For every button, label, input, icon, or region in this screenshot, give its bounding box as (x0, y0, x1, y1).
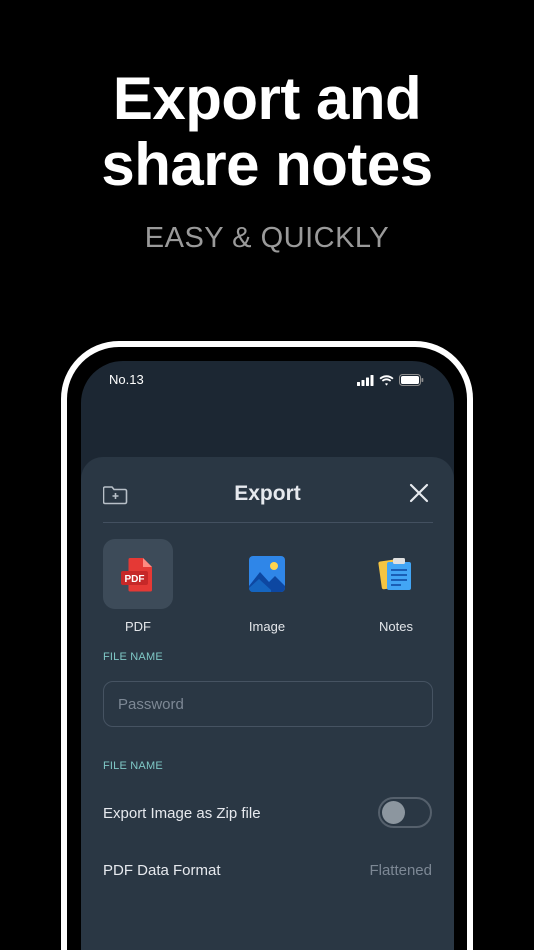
notes-icon (378, 558, 411, 590)
sheet-header: Export (81, 457, 454, 523)
format-label-pdf: PDF (125, 619, 151, 634)
sheet-title: Export (234, 482, 301, 505)
status-time: No.13 (109, 372, 144, 387)
signal-icon (357, 374, 374, 386)
file-name-input[interactable] (103, 681, 433, 727)
format-tile-notes[interactable] (361, 539, 431, 609)
wifi-icon (379, 374, 394, 386)
battery-icon (399, 374, 424, 386)
format-tile-image[interactable] (232, 539, 302, 609)
status-icons (357, 374, 424, 386)
format-label-notes: Notes (379, 619, 413, 634)
export-sheet: Export PDF PDF Image Notes FILE NAME Pas… (81, 457, 454, 950)
pdf-format-value[interactable]: Flattened (369, 862, 432, 879)
zip-toggle[interactable] (378, 797, 432, 828)
hero-subtitle: EASY & QUICKLY (144, 222, 390, 254)
header-divider (103, 522, 433, 523)
format-tile-pdf[interactable]: PDF (103, 539, 173, 609)
pdf-format-label: PDF Data Format (103, 862, 221, 879)
hero-line-2: share notes (101, 131, 433, 198)
file-name-label: FILE NAME (103, 651, 163, 663)
close-icon[interactable] (408, 482, 430, 504)
format-label-image: Image (248, 619, 286, 634)
zip-toggle-knob (382, 801, 405, 824)
pdf-icon: PDF (121, 558, 152, 592)
options-section-label: FILE NAME (103, 760, 163, 772)
format-option-pdf[interactable]: PDF PDF (93, 539, 183, 634)
phone-screen: No.13 Export PDF PDF Image Notes FILE NA… (81, 361, 454, 950)
format-option-notes[interactable]: Notes (351, 539, 441, 634)
zip-option-label: Export Image as Zip file (103, 805, 261, 822)
format-option-image[interactable]: Image (222, 539, 312, 634)
pdf-badge-text: PDF (125, 574, 145, 585)
hero-line-1: Export and (112, 65, 422, 132)
hero-headline: Export and share notes (0, 66, 534, 198)
image-icon (249, 556, 285, 592)
